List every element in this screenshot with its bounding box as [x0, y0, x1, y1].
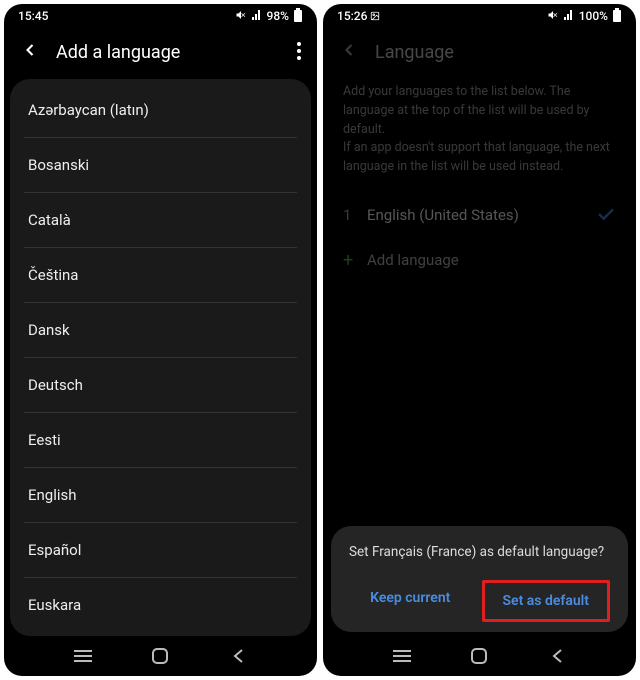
row-index: 1 — [343, 206, 367, 224]
status-bar: 15:45 98% — [4, 4, 317, 28]
language-item[interactable]: Dansk — [24, 303, 297, 358]
battery-icon — [293, 8, 303, 25]
status-time: 15:45 — [18, 9, 48, 23]
language-item[interactable]: Deutsch — [24, 358, 297, 413]
nav-bar — [4, 636, 317, 676]
language-item[interactable]: Azərbaycan (latın) — [24, 83, 297, 138]
info-line: If an app doesn't support that language,… — [343, 139, 616, 177]
keep-current-button[interactable]: Keep current — [349, 580, 472, 622]
phone-right: 15:26 100% Language Add your languages t… — [323, 4, 636, 676]
header: Language — [323, 28, 636, 79]
signal-icon — [563, 9, 575, 24]
home-button[interactable] — [149, 645, 171, 667]
language-item[interactable]: English — [24, 468, 297, 523]
info-text: Add your languages to the list below. Th… — [323, 79, 636, 193]
language-item[interactable]: Català — [24, 193, 297, 248]
status-time: 15:26 — [337, 9, 380, 23]
status-indicators: 100% — [547, 8, 622, 25]
language-item[interactable]: Eesti — [24, 413, 297, 468]
phone-left: 15:45 98% Add a language Azərbaycan (lat… — [4, 4, 317, 676]
language-item[interactable]: Euskara — [24, 578, 297, 632]
add-language-row[interactable]: + Add language — [323, 238, 636, 283]
mute-icon — [235, 9, 247, 24]
status-bar: 15:26 100% — [323, 4, 636, 28]
row-name: English (United States) — [367, 206, 596, 224]
more-icon[interactable] — [297, 42, 301, 64]
back-button[interactable] — [227, 645, 249, 667]
default-language-dialog: Set Français (France) as default languag… — [331, 526, 628, 632]
nav-bar — [323, 636, 636, 676]
recent-apps-button[interactable] — [72, 645, 94, 667]
dialog-title: Set Français (France) as default languag… — [349, 544, 610, 560]
language-item[interactable]: Español — [24, 523, 297, 578]
status-indicators: 98% — [235, 8, 303, 25]
info-line: Add your languages to the list below. Th… — [343, 83, 616, 139]
back-icon[interactable] — [20, 40, 40, 65]
back-button[interactable] — [546, 645, 568, 667]
set-as-default-button[interactable]: Set as default — [482, 580, 611, 622]
header: Add a language — [4, 28, 317, 79]
home-button[interactable] — [468, 645, 490, 667]
signal-icon — [251, 9, 263, 24]
dialog-buttons: Keep current Set as default — [349, 580, 610, 622]
plus-icon: + — [343, 250, 367, 271]
battery-icon — [612, 8, 622, 25]
language-row[interactable]: 1 English (United States) — [323, 193, 636, 238]
language-item[interactable]: Čeština — [24, 248, 297, 303]
language-list: Azərbaycan (latın) Bosanski Català Češti… — [10, 79, 311, 636]
language-item[interactable]: Bosanski — [24, 138, 297, 193]
add-label: Add language — [367, 251, 459, 269]
page-title: Language — [375, 42, 620, 63]
battery-text: 100% — [579, 9, 608, 23]
back-icon[interactable] — [339, 40, 359, 65]
checkmark-icon — [596, 205, 616, 226]
dimmed-background: Language Add your languages to the list … — [323, 28, 636, 283]
mute-icon — [547, 9, 559, 24]
content: Azərbaycan (latın) Bosanski Català Češti… — [4, 79, 317, 636]
recent-apps-button[interactable] — [391, 645, 413, 667]
battery-text: 98% — [267, 9, 289, 23]
page-title: Add a language — [56, 42, 297, 63]
